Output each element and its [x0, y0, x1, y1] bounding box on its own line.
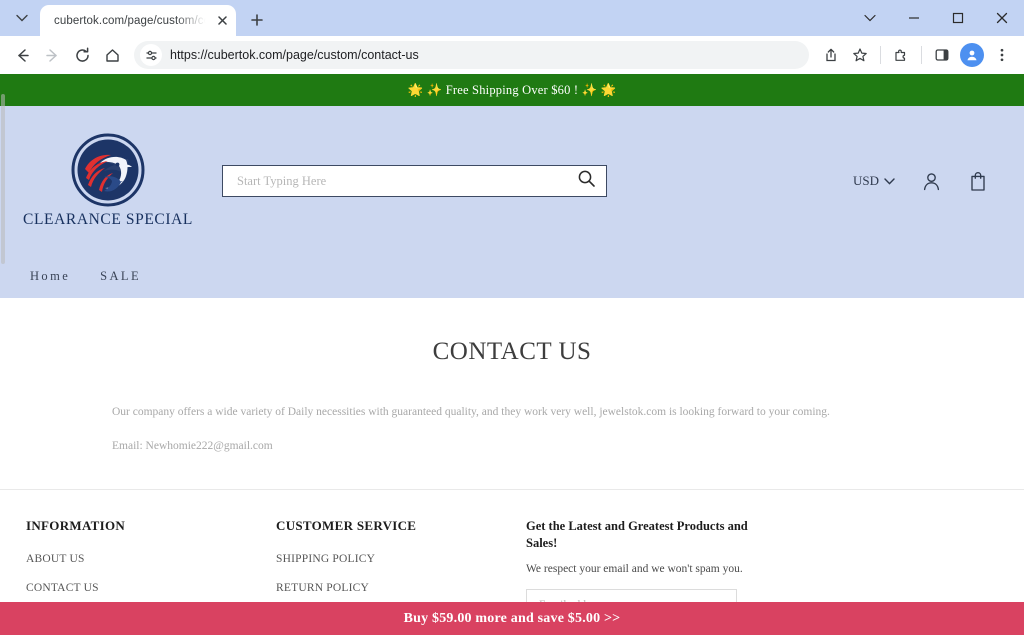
address-bar-url: https://cubertok.com/page/custom/contact… [170, 48, 419, 62]
page-viewport: 🌟 ✨ Free Shipping Over $60 ! ✨ 🌟 CLEARAN… [0, 74, 1024, 635]
main-content: CONTACT US Our company offers a wide var… [0, 298, 1024, 490]
newsletter-subtitle: We respect your email and we won't spam … [526, 562, 743, 575]
tab-strip: cubertok.com/page/custom/co [0, 0, 1024, 36]
footer-column-title: INFORMATION [26, 518, 126, 533]
promo-banner-text: 🌟 ✨ Free Shipping Over $60 ! ✨ 🌟 [407, 82, 617, 97]
footer-link-return-policy[interactable]: RETURN POLICY [276, 582, 526, 594]
nav-item-home[interactable]: Home [30, 269, 70, 284]
page-scrollbar[interactable] [0, 74, 6, 635]
close-icon[interactable] [214, 13, 230, 29]
plus-icon [251, 14, 263, 26]
search-area: Start Typing Here [222, 165, 607, 197]
brand-name: CLEARANCE SPECIAL [23, 211, 193, 228]
three-dot-menu-icon[interactable] [988, 41, 1016, 69]
site-header-inner: CLEARANCE SPECIAL Start Typing Here USD [0, 106, 1024, 256]
close-window-button[interactable] [980, 0, 1024, 36]
footer-link-contact-us[interactable]: CONTACT US [26, 582, 276, 594]
currency-value: USD [852, 173, 879, 188]
back-arrow-icon[interactable] [8, 41, 36, 69]
sticky-offer-bar[interactable]: Buy $59.00 more and save $5.00 >> [0, 602, 1024, 635]
search-input[interactable]: Start Typing Here [222, 165, 607, 197]
chevron-down-icon [884, 177, 895, 185]
tab-search-button[interactable] [8, 4, 36, 32]
star-icon[interactable] [846, 41, 874, 69]
new-tab-button[interactable] [244, 7, 270, 33]
chevron-down-icon [864, 14, 876, 22]
maximize-icon [952, 12, 964, 24]
footer-column-title: CUSTOMER SERVICE [276, 518, 417, 533]
browser-toolbar: https://cubertok.com/page/custom/contact… [0, 36, 1024, 74]
toolbar-divider [880, 46, 881, 64]
tab-title: cubertok.com/page/custom/co [54, 14, 211, 27]
site-logo[interactable]: CLEARANCE SPECIAL [23, 133, 192, 229]
promo-banner: 🌟 ✨ Free Shipping Over $60 ! ✨ 🌟 [0, 74, 1024, 106]
home-icon[interactable] [98, 41, 126, 69]
reload-icon[interactable] [68, 41, 96, 69]
eagle-logo-icon [71, 133, 145, 207]
contact-email: Email: Newhomie222@gmail.com [112, 440, 273, 452]
search-placeholder: Start Typing Here [237, 173, 327, 188]
page-title: CONTACT US [432, 338, 592, 365]
main-navigation: Home SALE [0, 256, 1024, 296]
toolbar-divider-2 [921, 46, 922, 64]
chevron-down-icon [16, 14, 28, 22]
footer-link-about-us[interactable]: ABOUT US [26, 553, 276, 565]
search-icon[interactable] [577, 169, 596, 193]
minimize-icon [909, 17, 919, 19]
currency-selector[interactable]: USD [853, 173, 895, 189]
browser-window: cubertok.com/page/custom/co https://cube… [0, 0, 1024, 635]
tune-icon[interactable] [140, 44, 162, 66]
minimize-button[interactable] [892, 0, 936, 36]
share-icon[interactable] [817, 41, 845, 69]
contact-description: Our company offers a wide variety of Dai… [112, 406, 830, 418]
browser-tab[interactable]: cubertok.com/page/custom/co [40, 5, 237, 36]
maximize-button[interactable] [936, 0, 980, 36]
newsletter-title: Get the Latest and Greatest Products and… [526, 519, 748, 550]
close-icon [996, 12, 1008, 24]
scrollbar-thumb[interactable] [1, 94, 5, 264]
forward-arrow-icon[interactable] [38, 41, 66, 69]
side-panel-icon[interactable] [928, 41, 956, 69]
nav-item-sale[interactable]: SALE [100, 269, 141, 284]
site-header: CLEARANCE SPECIAL Start Typing Here USD … [0, 106, 1024, 298]
header-actions: USD [853, 171, 996, 192]
window-tab-search-button[interactable] [848, 0, 892, 36]
profile-avatar-icon[interactable] [960, 43, 984, 67]
toolbar-right-actions [817, 41, 1016, 69]
window-controls [848, 0, 1024, 36]
sticky-offer-text: Buy $59.00 more and save $5.00 >> [403, 610, 621, 626]
account-icon[interactable] [921, 171, 942, 192]
footer-link-shipping-policy[interactable]: SHIPPING POLICY [276, 553, 526, 565]
address-bar[interactable]: https://cubertok.com/page/custom/contact… [134, 41, 809, 69]
cart-bag-icon[interactable] [968, 171, 988, 192]
extensions-puzzle-icon[interactable] [887, 41, 915, 69]
